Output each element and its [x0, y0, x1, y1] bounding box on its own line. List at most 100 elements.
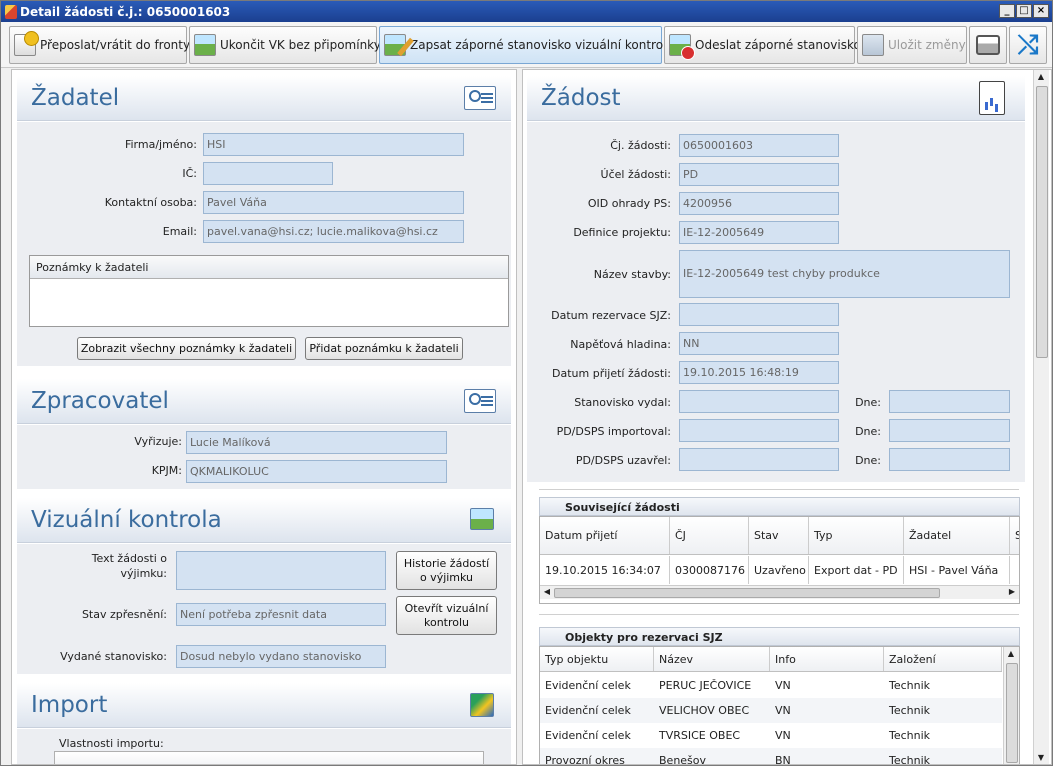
cell: VN: [775, 704, 791, 717]
forward-label: Přeposlat/vrátit do fronty: [40, 37, 191, 52]
table-row[interactable]: Provozní okres Benešov BN Technik: [540, 748, 1002, 764]
rezervace-field[interactable]: [679, 303, 839, 326]
printer-icon: [976, 34, 1000, 55]
col-info[interactable]: Info: [770, 647, 884, 671]
email-label: Email:: [162, 225, 197, 238]
contact-card-icon[interactable]: [464, 86, 496, 110]
import-icon[interactable]: [470, 693, 494, 717]
objekty-vertical-scrollbar[interactable]: ▲: [1003, 647, 1019, 764]
stav-field[interactable]: Není potřeba zpřesnit data: [176, 603, 386, 626]
definice-field[interactable]: IE-12-2005649: [679, 221, 839, 244]
scroll-right-icon[interactable]: ▶: [1005, 587, 1019, 596]
scroll-thumb[interactable]: [1006, 663, 1018, 763]
ic-field[interactable]: [203, 162, 333, 185]
detail-window: Detail žádosti č.j.: 0650001603 _ □ × Př…: [0, 0, 1053, 766]
cell: Technik: [889, 704, 931, 717]
table-row[interactable]: Evidenční celek TVRSICE OBEC VN Technik: [540, 723, 1002, 748]
divider: [539, 489, 1019, 490]
vydane-label: Vydané stanovisko:: [60, 650, 167, 663]
scroll-thumb[interactable]: [554, 588, 940, 598]
prijeti-field[interactable]: 19.10.2015 16:48:19: [679, 361, 839, 384]
col-typ-objektu[interactable]: Typ objektu: [540, 647, 654, 671]
scroll-left-icon[interactable]: ◀: [540, 587, 554, 596]
ucel-field[interactable]: PD: [679, 163, 839, 186]
right-panel-scrollbar[interactable]: ▲ ▼: [1033, 70, 1049, 764]
dne-label: Dne:: [855, 396, 881, 409]
oid-field[interactable]: 4200956: [679, 192, 839, 215]
col-typ[interactable]: Typ: [809, 517, 904, 554]
notes-header: Poznámky k žadateli: [30, 256, 508, 279]
import-body: Vlastnosti importu:: [17, 729, 511, 764]
scroll-up-icon[interactable]: ▲: [1034, 72, 1048, 81]
send-negative-button[interactable]: Odeslat záporné stanovisko: [664, 25, 861, 64]
email-field[interactable]: pavel.vana@hsi.cz; lucie.malikova@hsi.cz: [203, 220, 464, 243]
table-row[interactable]: 19.10.2015 16:34:07 0300087176 Uzavřeno …: [540, 556, 1019, 584]
text-vyjimka-label: Text žádosti o výjimku:: [91, 552, 167, 580]
kpjm-field[interactable]: QKMALIKOLUC: [186, 460, 447, 483]
importoval-dne-field[interactable]: [889, 419, 1010, 442]
image-icon[interactable]: [470, 508, 494, 530]
import-title: Import: [31, 692, 108, 718]
nazev-field[interactable]: IE-12-2005649 test chyby produkce: [679, 250, 1010, 298]
save-button[interactable]: Uložit změny: [857, 25, 967, 64]
objekty-grid: Typ objektu Název Info Založení Evidenčn…: [539, 646, 1020, 764]
scroll-thumb[interactable]: [1036, 86, 1048, 358]
cell: TVRSICE OBEC: [659, 729, 741, 742]
add-note-button[interactable]: Přidat poznámku k žadateli: [305, 337, 463, 360]
zadost-body: Čj. žádosti: 0650001603 Účel žádosti: PD…: [527, 122, 1025, 482]
import-header: Import: [17, 683, 511, 728]
definice-label: Definice projektu:: [573, 226, 671, 239]
col-cj[interactable]: ČJ: [670, 517, 749, 554]
uzavrel-field[interactable]: [679, 448, 839, 471]
horizontal-scrollbar[interactable]: ◀ ▶: [540, 585, 1019, 599]
refresh-button[interactable]: ⤭: [1009, 25, 1047, 64]
contact-card-icon[interactable]: [464, 389, 496, 413]
zadost-title: Žádost: [541, 85, 621, 111]
show-notes-button[interactable]: Zobrazit všechny poznámky k žadateli: [77, 337, 296, 360]
forward-button[interactable]: Přeposlat/vrátit do fronty: [9, 25, 191, 64]
uzavrel-dne-field[interactable]: [889, 448, 1010, 471]
toolbar: Přeposlat/vrátit do fronty Ukončit VK be…: [1, 22, 1052, 68]
scroll-down-icon[interactable]: ▼: [1034, 753, 1048, 762]
cj-field[interactable]: 0650001603: [679, 134, 839, 157]
col-stav[interactable]: Stav: [749, 517, 809, 554]
stanovisko-field[interactable]: [679, 390, 839, 413]
scroll-up-icon[interactable]: ▲: [1004, 649, 1018, 658]
maximize-button[interactable]: □: [1016, 4, 1032, 18]
vyrizuje-field[interactable]: Lucie Malíková: [186, 431, 447, 454]
col-nazev[interactable]: Název: [654, 647, 770, 671]
minimize-button[interactable]: _: [999, 4, 1015, 18]
col-zadatel[interactable]: Žadatel: [904, 517, 1010, 554]
report-icon[interactable]: [979, 81, 1005, 115]
finish-vk-button[interactable]: Ukončit VK bez připomínky: [189, 25, 381, 64]
dne-label: Dne:: [855, 425, 881, 438]
napetova-field[interactable]: NN: [679, 332, 839, 355]
table-row[interactable]: Evidenční celek VELICHOV OBEC VN Technik: [540, 698, 1002, 723]
table-row[interactable]: Evidenční celek PERUC JEČOVICE VN Techni…: [540, 673, 1002, 698]
write-negative-button[interactable]: Zapsat záporné stanovisko vizuální kontr…: [379, 25, 673, 64]
kontakt-field[interactable]: Pavel Váňa: [203, 191, 464, 214]
cell: Evidenční celek: [545, 729, 631, 742]
importoval-field[interactable]: [679, 419, 839, 442]
objekty-title: Objekty pro rezervaci SJZ: [539, 627, 1020, 646]
col-datum[interactable]: Datum přijetí: [540, 517, 670, 554]
zpracovatel-header: Zpracovatel: [17, 379, 511, 424]
otevrit-button[interactable]: Otevřít vizuální kontrolu: [396, 596, 497, 635]
stanovisko-label: Stanovisko vydal:: [574, 396, 671, 409]
cell: 19.10.2015 16:34:07: [540, 556, 670, 584]
divider: [539, 614, 1019, 615]
historie-button[interactable]: Historie žádostí o výjimku: [396, 551, 497, 590]
stanovisko-dne-field[interactable]: [889, 390, 1010, 413]
zadatel-title: Žadatel: [31, 85, 120, 111]
print-button[interactable]: [969, 25, 1007, 64]
vizualni-header: Vizuální kontrola: [17, 498, 511, 543]
col-s[interactable]: S: [1010, 517, 1019, 554]
ucel-label: Účel žádosti:: [600, 168, 671, 181]
napetova-label: Napěťová hladina:: [570, 338, 671, 351]
window-title: Detail žádosti č.j.: 0650001603: [20, 4, 231, 19]
vydane-field[interactable]: Dosud nebylo vydano stanovisko: [176, 645, 386, 668]
close-button[interactable]: ×: [1033, 4, 1049, 18]
col-zalozeni[interactable]: Založení: [884, 647, 1002, 671]
text-vyjimka-field[interactable]: [176, 551, 386, 590]
firma-field[interactable]: HSI: [203, 133, 464, 156]
